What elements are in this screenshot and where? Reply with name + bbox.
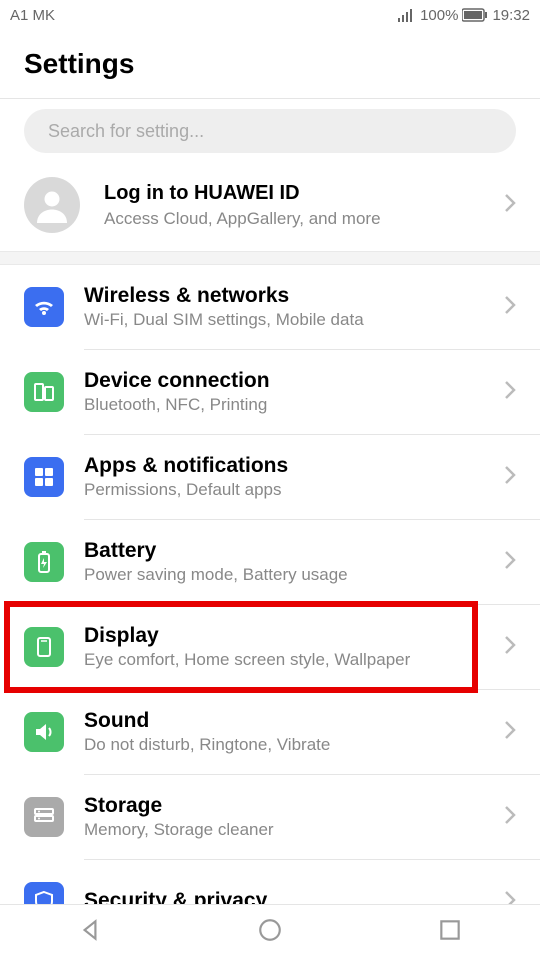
account-title: Log in to HUAWEI ID — [104, 182, 504, 205]
item-subtitle: Do not disturb, Ringtone, Vibrate — [84, 735, 504, 755]
status-bar: A1 MK 100% 19:32 — [0, 0, 540, 30]
settings-item-storage[interactable]: StorageMemory, Storage cleaner — [0, 775, 540, 859]
battery-percent: 100% — [420, 7, 458, 24]
person-icon — [34, 187, 70, 223]
settings-item-battery[interactable]: BatteryPower saving mode, Battery usage — [0, 520, 540, 604]
sound-icon — [24, 712, 64, 752]
storage-icon — [24, 797, 64, 837]
settings-item-apps[interactable]: Apps & notificationsPermissions, Default… — [0, 435, 540, 519]
carrier-label: A1 MK — [10, 7, 55, 24]
status-right: 100% 19:32 — [398, 7, 530, 24]
item-title: Security & privacy — [84, 889, 504, 904]
battery-icon — [24, 542, 64, 582]
chevron-right-icon — [504, 193, 516, 218]
settings-item-device[interactable]: Device connectionBluetooth, NFC, Printin… — [0, 350, 540, 434]
security-icon — [24, 882, 64, 904]
nav-recent-icon[interactable] — [437, 917, 463, 948]
item-subtitle: Wi-Fi, Dual SIM settings, Mobile data — [84, 310, 504, 330]
page-title: Settings — [24, 48, 516, 80]
item-title: Wireless & networks — [84, 284, 504, 308]
item-title: Sound — [84, 709, 504, 733]
item-subtitle: Memory, Storage cleaner — [84, 820, 504, 840]
chevron-right-icon — [504, 295, 516, 320]
item-title: Device connection — [84, 369, 504, 393]
chevron-right-icon — [504, 550, 516, 575]
search-container — [0, 99, 540, 167]
wifi-icon — [24, 287, 64, 327]
chevron-right-icon — [504, 805, 516, 830]
settings-item-security[interactable]: Security & privacy — [0, 860, 540, 904]
nav-bar — [0, 904, 540, 960]
nav-back-icon[interactable] — [77, 917, 103, 948]
battery-icon — [462, 8, 488, 22]
item-subtitle: Bluetooth, NFC, Printing — [84, 395, 504, 415]
item-subtitle: Power saving mode, Battery usage — [84, 565, 504, 585]
account-subtitle: Access Cloud, AppGallery, and more — [104, 209, 504, 229]
section-gap — [0, 251, 540, 265]
settings-list: Wireless & networksWi-Fi, Dual SIM setti… — [0, 265, 540, 904]
chevron-right-icon — [504, 890, 516, 905]
item-title: Storage — [84, 794, 504, 818]
item-title: Battery — [84, 539, 504, 563]
settings-item-display[interactable]: DisplayEye comfort, Home screen style, W… — [0, 605, 540, 689]
chevron-right-icon — [504, 380, 516, 405]
item-subtitle: Eye comfort, Home screen style, Wallpape… — [84, 650, 504, 670]
page-header: Settings — [0, 30, 540, 98]
settings-item-wifi[interactable]: Wireless & networksWi-Fi, Dual SIM setti… — [0, 265, 540, 349]
settings-item-sound[interactable]: SoundDo not disturb, Ringtone, Vibrate — [0, 690, 540, 774]
avatar — [24, 177, 80, 233]
item-title: Apps & notifications — [84, 454, 504, 478]
nav-home-icon[interactable] — [257, 917, 283, 948]
account-row[interactable]: Log in to HUAWEI ID Access Cloud, AppGal… — [0, 167, 540, 251]
apps-icon — [24, 457, 64, 497]
chevron-right-icon — [504, 720, 516, 745]
signal-icon — [398, 8, 416, 22]
device-icon — [24, 372, 64, 412]
chevron-right-icon — [504, 635, 516, 660]
chevron-right-icon — [504, 465, 516, 490]
item-subtitle: Permissions, Default apps — [84, 480, 504, 500]
search-input[interactable] — [24, 109, 516, 153]
clock: 19:32 — [492, 7, 530, 24]
display-icon — [24, 627, 64, 667]
item-title: Display — [84, 624, 504, 648]
